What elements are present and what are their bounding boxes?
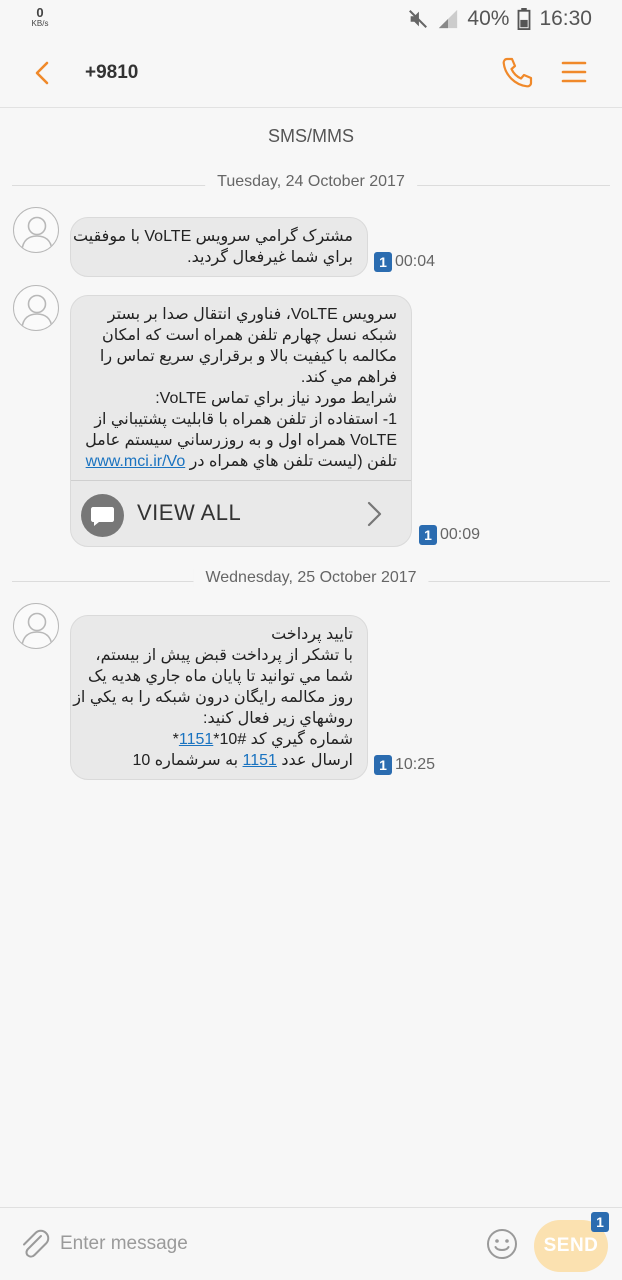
net-speed-value: 0: [36, 5, 44, 20]
contact-name: +9810: [85, 62, 139, 83]
message-bubble[interactable]: سرويس VoLTE، فناوري انتقال صدا بر بستر ش…: [70, 295, 412, 547]
view-all-button[interactable]: VIEW ALL: [71, 480, 411, 546]
message-line: مشترک گرامي سرويس VoLTE با موفقيت: [73, 228, 353, 245]
avatar[interactable]: [13, 285, 59, 331]
person-icon: [21, 216, 53, 251]
net-speed: 0 KB/s: [30, 6, 50, 28]
attach-icon[interactable]: [16, 1226, 52, 1262]
battery-icon: [518, 8, 531, 30]
avatar[interactable]: [13, 603, 59, 649]
message-line: 1- استفاده از تلفن همراه با قابليت پشتيب…: [94, 411, 397, 428]
message-icon: [81, 494, 124, 537]
person-icon: [21, 612, 53, 647]
message-text: تلفن (ليست تلفن هاي همراه در: [189, 453, 397, 470]
message-line: تلفن (ليست تلفن هاي همراه در www.mci.ir/…: [85, 451, 397, 472]
date-separator: Tuesday, 24 October 2017: [12, 173, 610, 197]
message-line: شما مي توانيد تا پايان ماه جاري هديه يک: [87, 668, 353, 685]
phone-icon[interactable]: [498, 54, 534, 90]
message-link[interactable]: 1151: [179, 731, 213, 748]
sim-badge: 1: [419, 525, 437, 545]
message-link[interactable]: www.mci.ir/Vo: [86, 453, 186, 470]
chevron-right-icon: [367, 501, 382, 527]
message-time: 00:04: [395, 253, 436, 270]
message-input[interactable]: [60, 1230, 460, 1258]
channel-label: SMS/MMS: [267, 126, 354, 146]
message-line: براي شما غيرفعال گرديد.: [187, 249, 353, 266]
clock: 16:30: [539, 7, 592, 30]
message-line: VoLTE همراه اول و به روزرساني سيستم عامل: [85, 432, 397, 449]
message-composer: SEND 1: [0, 1207, 622, 1280]
mute-icon: [409, 10, 428, 28]
sim-badge: 1: [591, 1212, 609, 1232]
message-bubble[interactable]: تاييد پرداخت با تشکر از پرداخت قبض پيش ا…: [70, 615, 368, 780]
message-line: شماره گيري کد #10*1151*: [85, 729, 353, 750]
message-line: تاييد پرداخت: [271, 626, 353, 643]
message-line: مکالمه با کيفيت بالا و برقراري سريع تماس…: [99, 348, 397, 365]
view-all-label: VIEW ALL: [137, 500, 242, 525]
message-line: فراهم مي کند.: [300, 369, 397, 386]
message-line: ارسال عدد 1151 به سرشماره 10: [85, 750, 354, 771]
emoji-icon[interactable]: [485, 1227, 519, 1261]
signal-icon: [439, 9, 458, 29]
message-line: روشهاي زير فعال کنيد:: [203, 710, 353, 727]
message-line: با تشکر از پرداخت قبض پيش از بيستم،: [95, 647, 353, 664]
message-line: شبکه نسل چهارم تلفن همراه است که امکان: [102, 327, 397, 344]
date-label: Tuesday, 24 October 2017: [205, 173, 417, 191]
message-line: شرايط مورد نياز براي تماس VoLTE:: [155, 390, 397, 407]
avatar[interactable]: [13, 207, 59, 253]
message-link[interactable]: 1151: [243, 752, 277, 769]
battery-percent: 40%: [467, 7, 510, 30]
status-bar: 0 KB/s 40% 16:30: [0, 0, 622, 38]
message-line: سرويس VoLTE، فناوري انتقال صدا بر بستر: [107, 306, 397, 323]
back-icon[interactable]: [26, 56, 60, 90]
date-separator: Wednesday, 25 October 2017: [12, 569, 610, 593]
sim-badge: 1: [374, 252, 392, 272]
message-text: به سرشماره 10: [132, 752, 243, 769]
message-meta: 1 10:25: [374, 755, 435, 775]
menu-icon[interactable]: [559, 57, 589, 87]
message-bubble[interactable]: مشترک گرامي سرويس VoLTE با موفقيت براي ش…: [70, 217, 368, 277]
message-meta: 1 00:09: [419, 525, 480, 545]
message-meta: 1 00:04: [374, 252, 435, 272]
message-text: ارسال عدد: [276, 752, 353, 769]
date-label: Wednesday, 25 October 2017: [193, 569, 429, 587]
app-header: +9810: [0, 38, 622, 108]
message-time: 10:25: [395, 756, 436, 773]
sim-badge: 1: [374, 755, 392, 775]
message-time: 00:09: [440, 526, 481, 543]
net-speed-unit: KB/s: [31, 19, 49, 28]
message-text: شماره گيري کد #10*: [213, 731, 353, 748]
person-icon: [21, 294, 53, 329]
message-line: روز مکالمه رايگان درون شبکه را به يکي از: [73, 689, 353, 706]
